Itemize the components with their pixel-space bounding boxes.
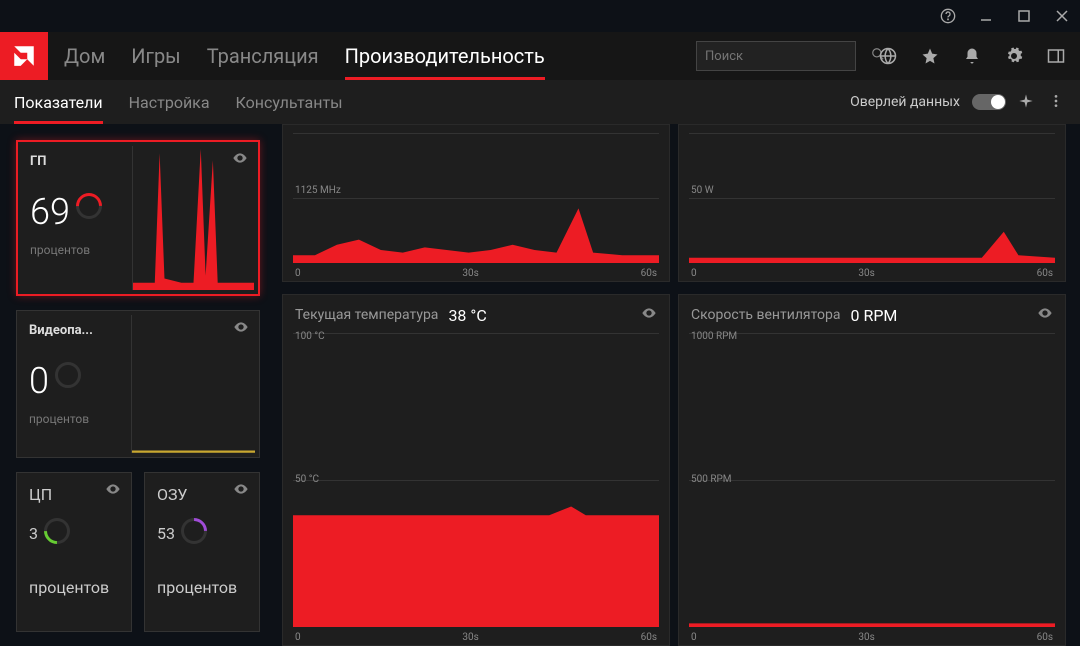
eye-icon[interactable] <box>233 481 249 501</box>
chart-header-label: Текущая температура <box>295 307 438 323</box>
search-box[interactable] <box>696 41 856 71</box>
chart-ylabel: 500 RPM <box>691 474 732 485</box>
chart-temperature[interactable]: Текущая температура 38 °C 100 °C 50 °C 0… <box>282 294 670 646</box>
overlay-toggle[interactable] <box>972 94 1006 110</box>
help-icon[interactable] <box>938 6 958 26</box>
overlay-label: Оверлей данных <box>850 94 960 110</box>
sub-tab-advisors[interactable]: Консультанты <box>236 93 343 112</box>
chart-ylabel: 1000 RPM <box>691 331 737 342</box>
card-value: 69 <box>30 191 70 233</box>
gauge-icon <box>55 362 85 392</box>
bell-icon[interactable] <box>962 46 982 66</box>
sub-nav: Показатели Настройка Консультанты Оверле… <box>0 80 1080 124</box>
card-value: 53 <box>157 524 175 543</box>
card-title: ГП <box>30 154 116 169</box>
metrics-cards-column: ГП 69 процентов Видеопа... 0 <box>0 124 268 646</box>
card-unit: процентов <box>29 412 115 426</box>
card-sparkline <box>132 146 254 290</box>
more-icon[interactable] <box>1048 93 1066 111</box>
card-unit: процентов <box>157 578 247 597</box>
sub-tab-metrics[interactable]: Показатели <box>14 93 103 112</box>
nav-tab-games[interactable]: Игры <box>131 44 180 68</box>
chart-ylabel: 50 °C <box>295 474 319 485</box>
eye-icon[interactable] <box>105 481 121 501</box>
close-icon[interactable] <box>1052 6 1072 26</box>
gauge-icon <box>181 518 211 548</box>
nav-icon-row <box>878 46 1066 66</box>
eye-icon[interactable] <box>641 305 657 325</box>
chart-header-value: 38 °C <box>448 306 486 325</box>
maximize-icon[interactable] <box>1014 6 1034 26</box>
minimize-icon[interactable] <box>976 6 996 26</box>
nav-tab-streaming[interactable]: Трансляция <box>207 44 319 68</box>
chart-ylabel: 50 W <box>691 185 714 196</box>
sub-tab-tuning[interactable]: Настройка <box>129 93 210 112</box>
chart-ylabel: 100 °C <box>295 331 325 342</box>
amd-logo-icon[interactable] <box>0 32 48 80</box>
nav-tab-home[interactable]: Дом <box>64 44 105 68</box>
search-input[interactable] <box>705 49 871 64</box>
gear-icon[interactable] <box>1004 46 1024 66</box>
chart-xlabels: 030s60s <box>295 268 657 279</box>
nav-tabs: Дом Игры Трансляция Производительность <box>64 32 545 80</box>
card-sparkline <box>131 315 255 453</box>
web-icon[interactable] <box>878 46 898 66</box>
card-ram[interactable]: ОЗУ 53 процентов <box>144 472 260 632</box>
card-value: 0 <box>29 360 49 402</box>
card-value: 3 <box>29 524 38 543</box>
card-gpu[interactable]: ГП 69 процентов <box>16 140 260 296</box>
sparkle-icon[interactable] <box>1018 93 1036 111</box>
chart-header-label: Скорость вентилятора <box>691 307 841 323</box>
chart-xlabels: 030s60s <box>295 632 657 643</box>
chart-xlabels: 030s60s <box>691 268 1053 279</box>
gauge-icon <box>44 518 74 548</box>
nav-tab-performance[interactable]: Производительность <box>345 44 545 68</box>
chart-power[interactable]: 50 W 030s60s <box>678 124 1066 282</box>
main-nav: Дом Игры Трансляция Производительность <box>0 32 1080 80</box>
chart-clock[interactable]: 1125 MHz 030s60s <box>282 124 670 282</box>
charts-area: 1125 MHz 030s60s 50 W 030s60s <box>268 124 1080 646</box>
sidebar-icon[interactable] <box>1046 46 1066 66</box>
star-icon[interactable] <box>920 46 940 66</box>
card-cpu[interactable]: ЦП 3 процентов <box>16 472 132 632</box>
card-title: Видеопа... <box>29 323 115 338</box>
chart-xlabels: 030s60s <box>691 632 1053 643</box>
chart-ylabel: 1125 MHz <box>295 185 341 196</box>
chart-header-value: 0 RPM <box>851 306 898 325</box>
eye-icon[interactable] <box>1037 305 1053 325</box>
card-vram[interactable]: Видеопа... 0 процентов <box>16 310 260 458</box>
overlay-toggle-group: Оверлей данных <box>850 93 1066 111</box>
gauge-icon <box>76 193 106 223</box>
chart-fan[interactable]: Скорость вентилятора 0 RPM 1000 RPM 500 … <box>678 294 1066 646</box>
card-unit: процентов <box>29 578 119 597</box>
window-titlebar <box>0 0 1080 32</box>
card-unit: процентов <box>30 243 116 257</box>
